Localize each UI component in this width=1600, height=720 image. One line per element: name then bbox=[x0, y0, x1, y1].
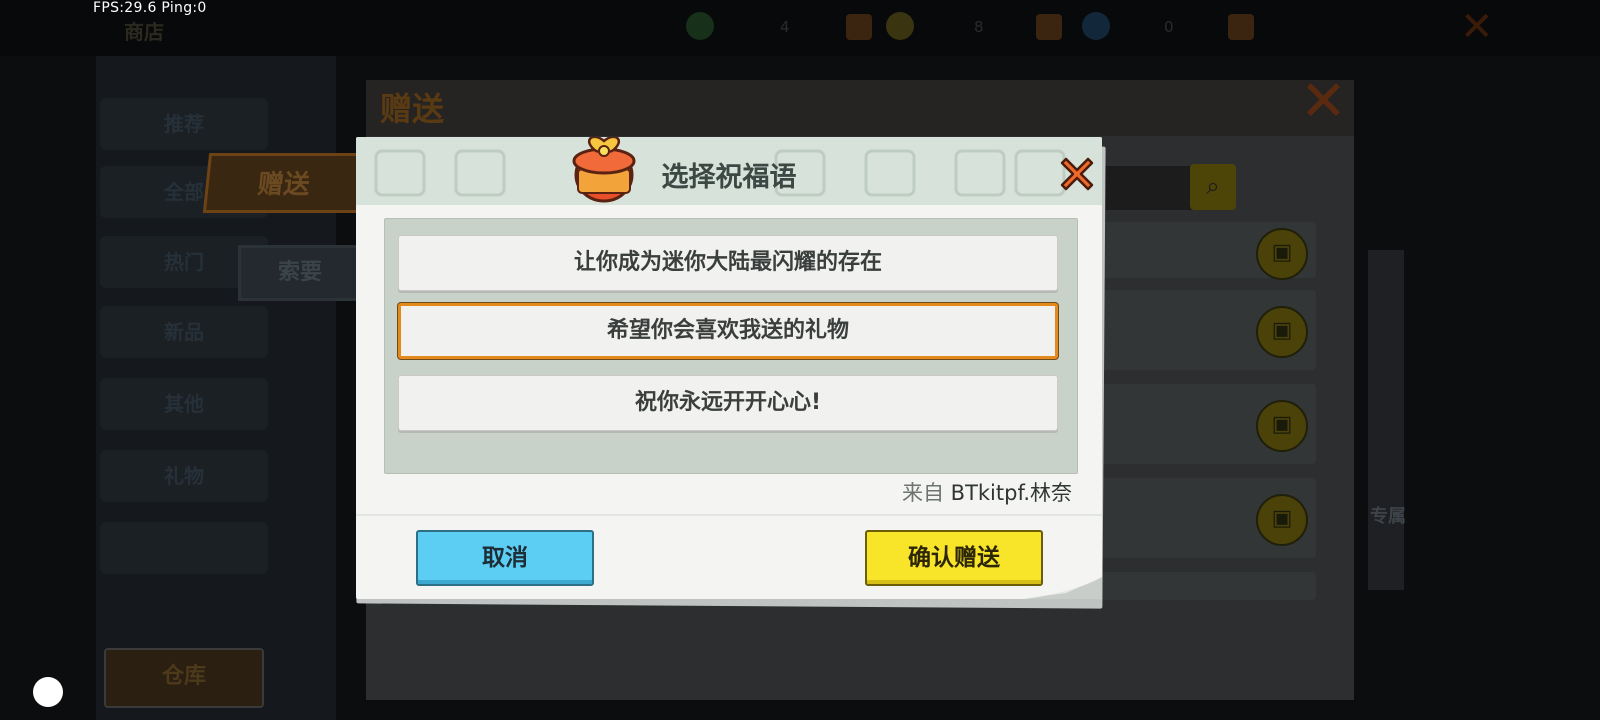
tab-give[interactable]: 赠送 bbox=[202, 153, 366, 213]
gift-list-row[interactable] bbox=[1096, 572, 1316, 600]
currency-value-1: 4 bbox=[780, 18, 790, 36]
side-menu-item[interactable]: 其他 bbox=[100, 378, 268, 430]
mini-bean-icon bbox=[686, 12, 714, 40]
gift-panel-header bbox=[366, 80, 1354, 136]
gift-icon[interactable]: ▣ bbox=[1256, 494, 1308, 546]
side-label: 专属 bbox=[1370, 506, 1406, 527]
gift-icon[interactable]: ▣ bbox=[1256, 306, 1308, 358]
add-currency-2-button[interactable] bbox=[1036, 14, 1062, 40]
warehouse-button[interactable]: 仓库 bbox=[104, 648, 264, 708]
gift-icon[interactable]: ▣ bbox=[1256, 400, 1308, 452]
sender-name: BTkitpf.林奈 bbox=[950, 481, 1072, 505]
add-currency-1-button[interactable] bbox=[846, 14, 872, 40]
mini-coin-icon bbox=[886, 12, 914, 40]
page-curl-decoration bbox=[1021, 577, 1102, 599]
divider bbox=[356, 514, 1102, 516]
side-menu-item[interactable]: 新品 bbox=[100, 306, 268, 358]
close-shop-icon[interactable]: ✕ bbox=[1460, 4, 1494, 50]
tab-ask[interactable]: 索要 bbox=[238, 245, 362, 301]
gift-icon[interactable]: ▣ bbox=[1256, 228, 1308, 280]
sender-prefix: 来自 bbox=[901, 481, 944, 505]
fps-readout: FPS:29.6 Ping:0 bbox=[93, 0, 207, 16]
add-currency-3-button[interactable] bbox=[1228, 14, 1254, 40]
currency-value-2: 8 bbox=[974, 18, 984, 36]
side-menu-item[interactable]: 推荐 bbox=[100, 98, 268, 150]
cancel-button[interactable]: 取消 bbox=[416, 530, 594, 586]
gift-panel-title: 赠送 bbox=[380, 90, 445, 128]
wish-dialog: 选择祝福语 让你成为迷你大陆最闪耀的存在 希望你会喜欢我送的礼物 祝你永远开开心… bbox=[356, 137, 1102, 599]
scrollbar[interactable] bbox=[1368, 250, 1404, 590]
wish-option[interactable]: 让你成为迷你大陆最闪耀的存在 bbox=[398, 235, 1058, 291]
side-menu-item-extra[interactable] bbox=[100, 522, 268, 574]
top-bar bbox=[0, 0, 1600, 56]
currency-value-3: 0 bbox=[1164, 18, 1174, 36]
sender-line: 来自 BTkitpf.林奈 bbox=[902, 477, 1072, 507]
side-menu-item[interactable]: 礼物 bbox=[100, 450, 268, 502]
dialog-title: 选择祝福语 bbox=[661, 162, 797, 193]
wish-option[interactable]: 祝你永远开开心心! bbox=[398, 375, 1058, 431]
search-icon[interactable]: ⌕ bbox=[1190, 164, 1236, 210]
floating-home-button[interactable] bbox=[33, 677, 63, 707]
gift-box-icon bbox=[572, 137, 636, 203]
close-icon[interactable] bbox=[1056, 153, 1098, 195]
close-icon[interactable]: ✕ bbox=[1300, 74, 1347, 130]
mini-point-icon bbox=[1082, 12, 1110, 40]
wish-option-selected[interactable]: 希望你会喜欢我送的礼物 bbox=[398, 303, 1058, 359]
shop-title: 商店 bbox=[124, 20, 164, 44]
